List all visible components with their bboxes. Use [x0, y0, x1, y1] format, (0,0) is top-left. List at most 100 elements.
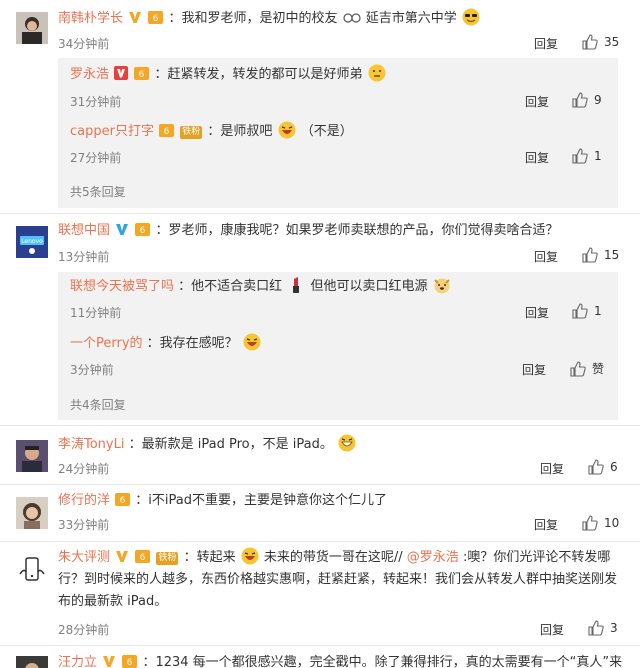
lipstick-emoji-icon: [293, 277, 300, 293]
reply-text: ：他不适合卖口红: [178, 279, 283, 294]
reply-time: 3分钟前: [70, 363, 114, 377]
reply-text: ：我存在感呢？: [146, 336, 238, 351]
like-count: 6: [610, 460, 618, 474]
username[interactable]: 朱大评测: [58, 550, 110, 565]
reply-text: ：是师叔吧: [207, 124, 273, 139]
comment-time: 34分钟前: [58, 37, 110, 51]
svg-text:6: 6: [153, 14, 159, 24]
thumbs-up-icon: [572, 148, 588, 164]
avatar[interactable]: [16, 440, 48, 472]
svg-text:6: 6: [139, 70, 145, 80]
username[interactable]: 李涛TonyLi: [58, 437, 124, 452]
thumbs-up-icon: [582, 34, 598, 50]
avatar[interactable]: Lenovo: [16, 226, 48, 258]
more-replies-link[interactable]: 共5条回复: [70, 183, 126, 200]
comment-text: ：1234 每一个都很感兴趣，完全戳中。除了兼得排行，真的太需要有一个“真人”来…: [142, 655, 622, 668]
comment-text: ：i不iPad不重要，主要是钟意你这个仁儿了: [135, 493, 387, 508]
like-button[interactable]: 10: [582, 515, 619, 531]
thinking-emoji-icon: [368, 64, 386, 82]
svg-text:6: 6: [140, 553, 146, 563]
reply-time: 27分钟前: [70, 151, 122, 165]
reply-text-2: （不是）: [300, 124, 353, 139]
reply-text-2: 但他可以卖口红电源: [310, 279, 428, 294]
thumbs-up-icon: [572, 92, 588, 108]
comment-text: ：罗老师，康康我呢？如果罗老师卖联想的产品，你们觉得卖啥合适？: [155, 223, 559, 238]
username[interactable]: capper只打字: [70, 124, 154, 139]
level-badge-icon: 6: [134, 67, 150, 80]
reply-button[interactable]: 回复: [534, 516, 558, 533]
username[interactable]: 罗永浩: [70, 67, 109, 82]
avatar[interactable]: [16, 554, 48, 586]
reply-box: 罗永浩 6 ：赶紧转发，转发的都可以是好师弟 31分钟前 回复 9 capper…: [58, 58, 618, 208]
laughing-emoji-icon: [243, 333, 261, 351]
comment-text: ：转起来: [183, 550, 236, 565]
reply-button[interactable]: 回复: [534, 35, 558, 52]
svg-text:6: 6: [140, 226, 146, 236]
like-button[interactable]: 35: [582, 34, 619, 50]
level-badge-icon: 6: [122, 655, 138, 668]
username[interactable]: 一个Perry的: [70, 336, 143, 351]
avatar[interactable]: [16, 12, 48, 44]
like-count: 1: [594, 304, 602, 318]
reply-time: 31分钟前: [70, 95, 122, 109]
comment-text: ：最新款是 iPad Pro，不是 iPad。: [128, 437, 333, 452]
reply-box: 联想今天被骂了吗 ：他不适合卖口红 但他可以卖口红电源 11分钟前 回复 1 一…: [58, 272, 618, 420]
like-count: 15: [604, 248, 620, 262]
comment-item: 朱大评测 6 铁粉 ：转起来 未来的带货一哥在这呢// @罗永浩 :噢？你们光评…: [0, 542, 640, 646]
sunglasses-emoji-icon: [462, 8, 480, 26]
comment-time: 24分钟前: [58, 462, 110, 476]
like-count: 赞: [592, 362, 605, 376]
laughing-emoji-icon: [278, 121, 296, 139]
vip-v-badge-icon: [129, 12, 142, 23]
username[interactable]: 联想今天被骂了吗: [70, 279, 174, 294]
comment-item: 修行的洋 6 ：i不iPad不重要，主要是钟意你这个仁儿了 33分钟前 回复 1…: [0, 485, 640, 541]
avatar[interactable]: [16, 656, 48, 668]
like-button[interactable]: 9: [572, 92, 602, 108]
like-count: 9: [594, 93, 602, 107]
username[interactable]: 汪力立: [58, 655, 97, 668]
thumbs-up-icon: [572, 303, 588, 319]
level-badge-icon: 6: [159, 124, 175, 137]
username[interactable]: 联想中国: [58, 223, 110, 238]
like-count: 35: [604, 35, 620, 49]
reply-button[interactable]: 回复: [540, 460, 564, 477]
like-button[interactable]: 6: [588, 459, 618, 475]
reply-button[interactable]: 回复: [525, 304, 549, 321]
glasses-emoji-icon: [342, 13, 361, 23]
level-badge-icon: 6: [148, 11, 164, 24]
comment-time: 28分钟前: [58, 623, 110, 637]
reply-button[interactable]: 回复: [540, 621, 564, 638]
comment-item: 汪力立 6 ：1234 每一个都很感兴趣，完全戳中。除了兼得排行，真的太需要有一…: [0, 646, 640, 668]
like-button[interactable]: 1: [572, 303, 602, 319]
comment-item: 李涛TonyLi ：最新款是 iPad Pro，不是 iPad。 24分钟前 回…: [0, 426, 640, 484]
svg-text:Lenovo: Lenovo: [21, 238, 43, 245]
svg-text:6: 6: [120, 496, 126, 506]
more-replies-link[interactable]: 共4条回复: [70, 396, 126, 413]
like-button[interactable]: 15: [582, 247, 619, 263]
like-button[interactable]: 赞: [570, 360, 604, 377]
comment-time: 13分钟前: [58, 250, 110, 264]
username[interactable]: 南韩朴学长: [58, 11, 123, 26]
reply-button[interactable]: 回复: [525, 93, 549, 110]
comment-time: 33分钟前: [58, 518, 110, 532]
thumbs-up-icon: [582, 247, 598, 263]
dog-emoji-icon: [433, 278, 450, 294]
reply-text: ：赶紧转发，转发的都可以是好师弟: [154, 67, 363, 82]
vip-v-badge-icon: [114, 66, 129, 80]
level-badge-icon: 6: [115, 493, 131, 506]
mention-link[interactable]: @罗永浩: [407, 550, 459, 565]
vip-v-badge-icon: [103, 656, 116, 667]
like-button[interactable]: 1: [572, 148, 602, 164]
avatar[interactable]: [16, 497, 48, 529]
reply-button[interactable]: 回复: [522, 361, 546, 378]
laughing-emoji-icon: [241, 547, 259, 565]
like-button[interactable]: 3: [588, 620, 618, 636]
thumbs-up-icon: [588, 620, 604, 636]
blue-v-badge-icon: [116, 224, 129, 235]
comment-text: ：我和罗老师，是初中的校友: [168, 11, 338, 26]
vip-v-badge-icon: [116, 551, 129, 562]
reply-button[interactable]: 回复: [525, 149, 549, 166]
reply-button[interactable]: 回复: [534, 248, 558, 265]
username[interactable]: 修行的洋: [58, 493, 110, 508]
like-count: 3: [610, 621, 618, 635]
